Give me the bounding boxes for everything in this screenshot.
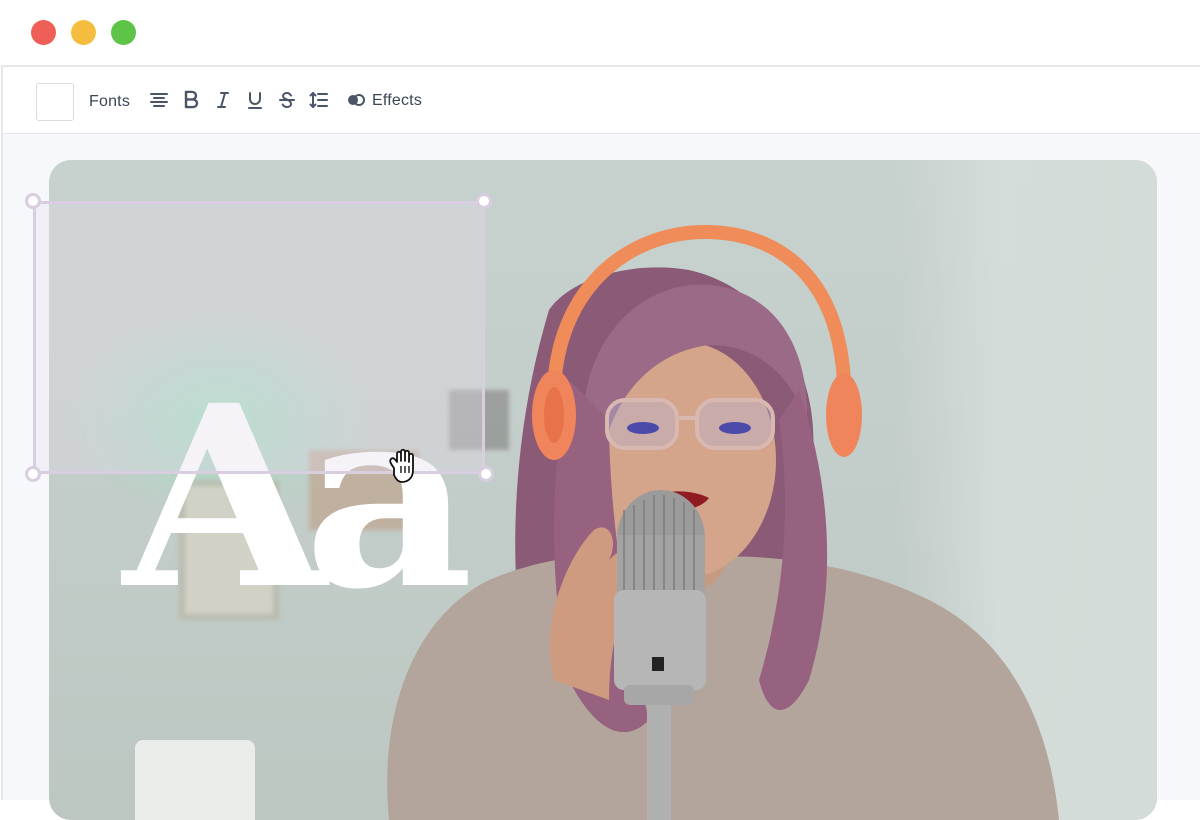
align-center-icon[interactable] <box>148 89 170 111</box>
text-color-swatch[interactable] <box>36 83 74 121</box>
resize-handle-bottom-left[interactable] <box>25 466 41 482</box>
title-bar <box>0 0 1200 65</box>
underline-icon[interactable] <box>244 89 266 111</box>
close-button[interactable] <box>31 20 56 45</box>
line-spacing-icon[interactable] <box>308 89 330 111</box>
strikethrough-icon[interactable] <box>276 89 298 111</box>
minimize-button[interactable] <box>71 20 96 45</box>
fonts-button[interactable]: Fonts <box>89 93 130 111</box>
resize-handle-top-left[interactable] <box>25 193 41 209</box>
bold-icon[interactable] <box>180 89 202 111</box>
italic-icon[interactable] <box>212 89 234 111</box>
text-toolbar: Fonts Effects <box>3 67 1200 134</box>
maximize-button[interactable] <box>111 20 136 45</box>
resize-handle-bottom-right[interactable] <box>478 466 494 482</box>
grab-hand-icon <box>389 448 414 483</box>
effects-icon[interactable] <box>345 89 367 111</box>
selection-box[interactable] <box>33 201 485 474</box>
effects-button[interactable]: Effects <box>372 92 422 110</box>
resize-handle-top-right[interactable] <box>476 193 492 209</box>
